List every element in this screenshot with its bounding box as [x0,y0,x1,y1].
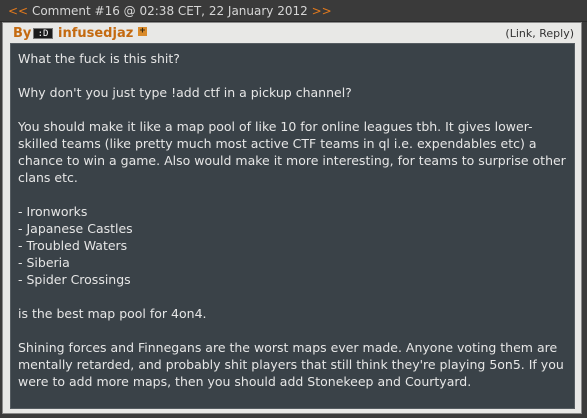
comment-body: What the fuck is this shit? Why don't yo… [10,43,575,409]
plus-icon[interactable]: + [138,27,147,36]
author-name[interactable]: infusedjaz [58,26,133,41]
comment-paragraph: Shining forces and Finnegans are the wor… [18,340,564,389]
comment-paragraph: is the best map pool for 4on4. [18,306,207,321]
map-list-item: - Ironworks [18,204,88,219]
comment-meta[interactable]: Comment #16 @ 02:38 CET, 22 January 2012 [32,4,308,18]
map-list-item: - Japanese Castles [18,221,133,236]
link-button[interactable]: Link [510,27,533,40]
actions-close-paren: ) [569,27,574,40]
prev-arrows[interactable]: << [8,4,28,18]
map-list-item: - Spider Crossings [18,272,131,287]
comment-paragraph: You should make it like a map pool of li… [18,119,566,185]
by-label: By [13,26,32,41]
reply-button[interactable]: Reply [539,27,569,40]
next-arrows[interactable]: >> [312,4,332,18]
comment-paragraph: Why don't you just type !add ctf in a pi… [18,85,352,100]
comment-permalink[interactable]: << Comment #16 @ 02:38 CET, 22 January 2… [8,4,332,18]
comment-actions: (Link, Reply) [505,27,574,40]
comment-panel-header: By :D infusedjaz + (Link, Reply) [3,23,581,43]
flag-icon: :D [33,28,53,39]
map-list-item: - Troubled Waters [18,238,128,253]
comment-header-strip: << Comment #16 @ 02:38 CET, 22 January 2… [0,0,587,22]
map-list: - Ironworks - Japanese Castles - Trouble… [18,203,568,288]
map-list-item: - Siberia [18,255,70,270]
comment-paragraph: What the fuck is this shit? [18,51,180,66]
comment-panel: By :D infusedjaz + (Link, Reply) What th… [2,22,582,414]
